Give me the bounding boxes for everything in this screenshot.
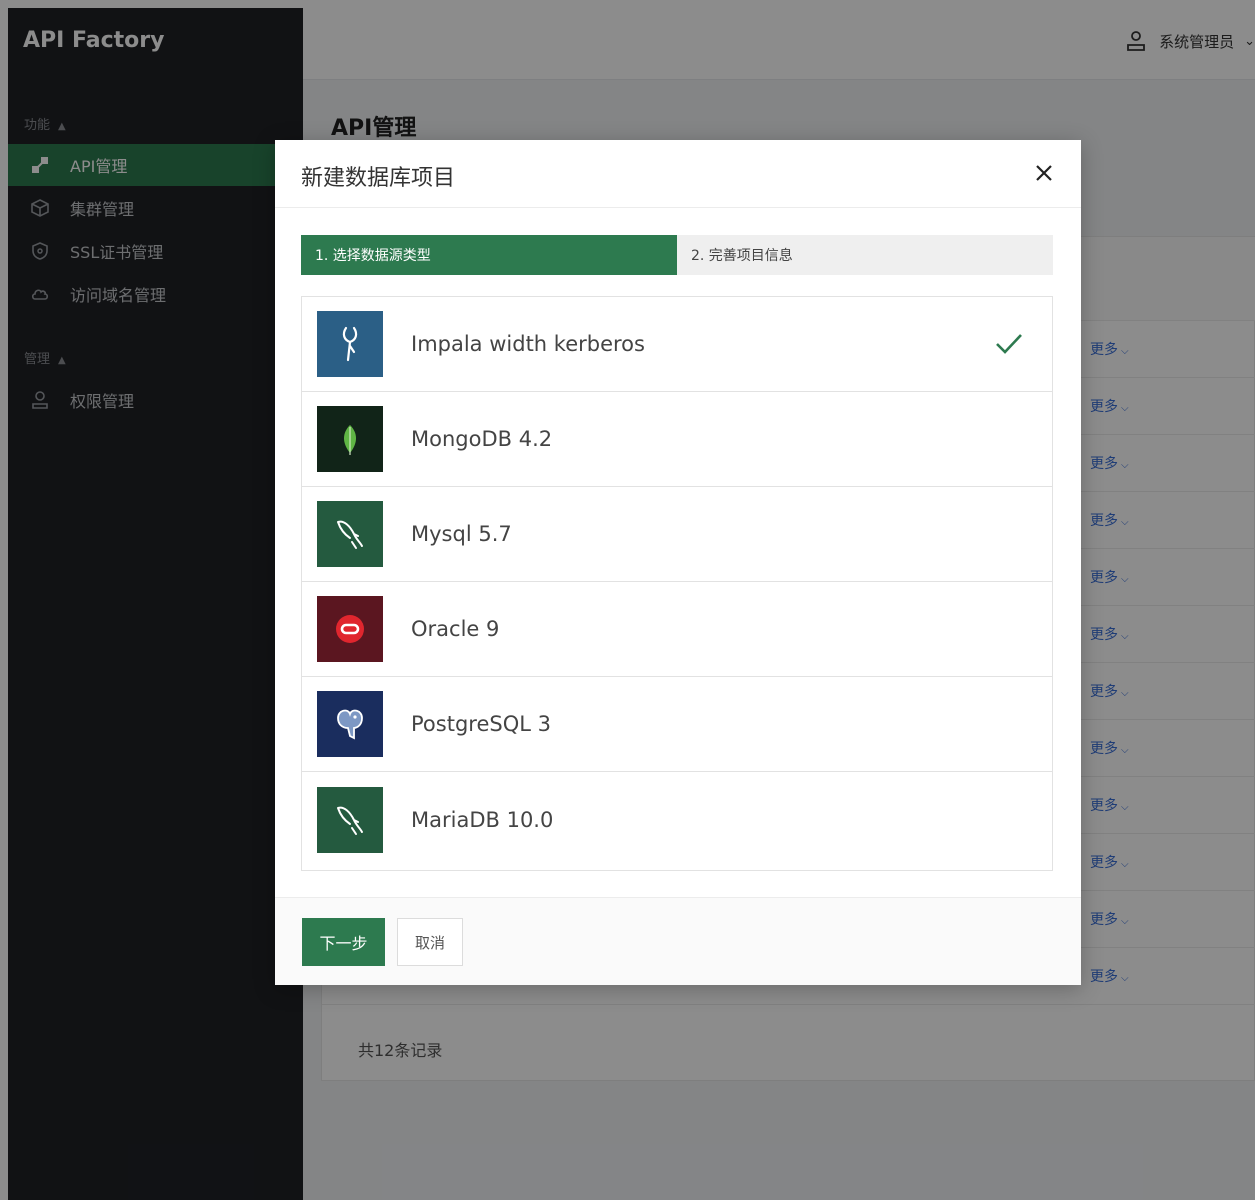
db-option-mariadb[interactable]: MariaDB 10.0 (302, 772, 1052, 867)
dialog-title: 新建数据库项目 (301, 166, 456, 191)
step-project-info: 2. 完善项目信息 (677, 235, 1053, 275)
check-icon (996, 334, 1022, 354)
database-type-list: Impala width kerberos MongoDB 4.2 Mysql … (301, 296, 1053, 871)
postgresql-elephant-icon (317, 691, 383, 757)
oracle-icon (317, 596, 383, 662)
next-step-button[interactable]: 下一步 (302, 918, 385, 966)
db-option-label: PostgreSQL 3 (411, 712, 551, 736)
impala-icon (317, 311, 383, 377)
db-option-postgresql[interactable]: PostgreSQL 3 (302, 677, 1052, 772)
step-select-source: 1. 选择数据源类型 (301, 235, 677, 275)
db-option-label: MongoDB 4.2 (411, 427, 553, 451)
mysql-dolphin-icon (317, 501, 383, 567)
dialog-footer: 下一步 取消 (275, 897, 1081, 985)
mariadb-icon (317, 786, 383, 853)
db-option-label: Oracle 9 (411, 617, 500, 641)
db-option-label: MariaDB 10.0 (411, 807, 554, 832)
close-button[interactable] (1029, 158, 1059, 188)
db-option-mongodb[interactable]: MongoDB 4.2 (302, 392, 1052, 487)
mongodb-leaf-icon (317, 406, 383, 472)
step-indicator: 1. 选择数据源类型 2. 完善项目信息 (301, 235, 1053, 275)
db-option-oracle[interactable]: Oracle 9 (302, 582, 1052, 677)
new-database-project-dialog: 新建数据库项目 1. 选择数据源类型 2. 完善项目信息 Impala widt… (275, 140, 1081, 985)
db-option-label: Impala width kerberos (411, 332, 645, 356)
db-option-mysql[interactable]: Mysql 5.7 (302, 487, 1052, 582)
cancel-button[interactable]: 取消 (397, 918, 463, 966)
db-option-impala[interactable]: Impala width kerberos (302, 297, 1052, 392)
close-icon (1036, 165, 1052, 181)
dialog-header: 新建数据库项目 (275, 140, 1081, 208)
db-option-label: Mysql 5.7 (411, 522, 512, 546)
